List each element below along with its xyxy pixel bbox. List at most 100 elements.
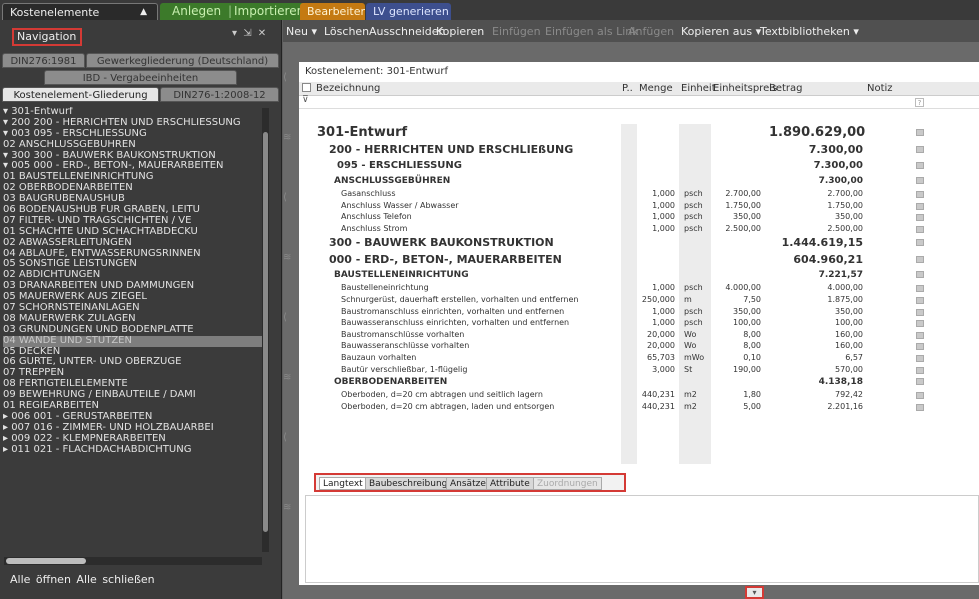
note-icon[interactable] — [916, 354, 924, 362]
note-icon[interactable] — [916, 378, 924, 386]
note-icon[interactable] — [916, 285, 924, 293]
note-icon[interactable] — [916, 202, 924, 210]
table-row[interactable]: 000 - ERD-, BETON-, MAUERARBEITEN 604.960… — [299, 251, 979, 268]
tree-item[interactable]: ▾ 003 095 - ERSCHLIESSUNG — [3, 129, 265, 140]
langtext-editor[interactable] — [305, 495, 979, 583]
tree-item[interactable]: 03 DRÄNARBEITEN UND DÄMMUNGEN — [3, 281, 265, 292]
col-menge[interactable]: Menge — [639, 83, 673, 94]
tree-item[interactable]: 07 SCHORNSTEINANLAGEN — [3, 303, 265, 314]
tab-zuordnungen[interactable]: Zuordnungen — [533, 477, 602, 490]
table-row[interactable]: ANSCHLUSSGEBÜHREN 7.300,00 — [299, 174, 979, 188]
tree-item[interactable]: 09 BEWEHRUNG / EINBAUTEILE / DÄMI — [3, 390, 265, 401]
tree-item[interactable]: 02 ABDICHTUNGEN — [3, 270, 265, 281]
importieren-button[interactable]: Importieren — [234, 3, 304, 20]
table-row[interactable]: 300 - BAUWERK BAUKONSTRUKTION 1.444.619,1… — [299, 234, 979, 251]
note-icon[interactable] — [916, 403, 924, 411]
note-icon[interactable] — [916, 392, 924, 400]
tab-gewerkegliederung[interactable]: Gewerkegliederung (Deutschland) — [86, 53, 279, 68]
kostenelemente-tab[interactable]: Kostenelemente ▲ — [2, 3, 158, 20]
panel-controls-icon[interactable]: ▾ ⇲ ✕ — [232, 28, 266, 39]
tree-item[interactable]: 08 MAUERWERK ZULAGEN — [3, 314, 265, 325]
note-icon[interactable] — [916, 162, 924, 169]
tree-item[interactable]: ▸ 007 016 - ZIMMER- UND HOLZBAUARBEI — [3, 423, 265, 434]
tree-item[interactable]: 06 GURTE, UNTER- UND OBERZÜGE — [3, 357, 265, 368]
note-icon[interactable] — [916, 331, 924, 339]
tree-item[interactable]: ▾ 301-Entwurf — [3, 107, 265, 118]
tree-item[interactable]: 05 DECKEN — [3, 347, 265, 358]
table-row[interactable]: Baustromanschlüsse vorhalten 20,000 Wo 8,00… — [299, 329, 979, 341]
note-icon[interactable] — [916, 146, 924, 153]
toolbar-item[interactable]: Einfügen als Link — [545, 25, 639, 38]
tree-item-selected[interactable]: 04 WÄNDE UND STÜTZEN — [3, 335, 265, 347]
tab-kostenelement-gliederung[interactable]: Kostenelement-Gliederung — [2, 87, 159, 102]
tree-item[interactable]: ▸ 009 022 - KLEMPNERARBEITEN — [3, 434, 265, 445]
filter-row[interactable]: ⊽ ? — [299, 95, 979, 109]
anlegen-button[interactable]: Anlegen — [172, 3, 221, 20]
note-icon[interactable] — [916, 129, 924, 136]
table-row[interactable]: Gasanschluss 1,000 psch 2.700,00 2.700,00 — [299, 188, 979, 200]
toolbar-item[interactable]: Einfügen — [492, 25, 541, 38]
select-all-icon[interactable] — [302, 83, 311, 92]
tree-item[interactable]: 08 FERTIGTEILELEMENTE — [3, 379, 265, 390]
kostenelement-tree[interactable]: ▾ 301-Entwurf ▾ 200 200 - HERRICHTEN UND… — [3, 107, 265, 553]
tab-din276-1981[interactable]: DIN276:1981 — [2, 53, 85, 68]
toolbar-item[interactable]: Textbibliotheken ▾ — [760, 25, 859, 38]
table-row[interactable]: Bautür verschließbar, 1-flügelig 3,000 St 1… — [299, 364, 979, 376]
notiz-filter-icon[interactable]: ? — [915, 98, 924, 107]
tree-item[interactable]: 04 ABLÄUFE, ENTWÄSSERUNGSRINNEN — [3, 249, 265, 260]
table-row[interactable]: Bauwasseranschluss einrichten, vorhalten… — [299, 317, 979, 329]
tree-item[interactable]: 05 SONSTIGE LEISTUNGEN — [3, 259, 265, 270]
note-icon[interactable] — [916, 225, 924, 233]
table-row[interactable]: Schnurgerüst, dauerhaft erstellen, vorha… — [299, 294, 979, 306]
tree-item[interactable]: 06 BODENAUSHUB FÜR GRÄBEN, LEITU — [3, 205, 265, 216]
col-einheit[interactable]: Einheit — [681, 83, 716, 94]
toolbar-item[interactable]: Kopieren aus ▾ — [681, 25, 761, 38]
col-p[interactable]: P.. — [622, 83, 633, 94]
tab-din276-2008[interactable]: DIN276-1:2008-12 — [160, 87, 279, 102]
tree-item[interactable]: 02 OBERBODENARBEITEN — [3, 183, 265, 194]
tree-horizontal-scrollbar[interactable] — [4, 557, 262, 565]
table-row[interactable]: Bauzaun vorhalten 65,703 mWo 0,10 6,57 — [299, 352, 979, 364]
table-row[interactable]: Anschluss Telefon 1,000 psch 350,00 350,00 — [299, 211, 979, 223]
table-row[interactable]: 200 - HERRICHTEN UND ERSCHLIEßUNG 7.300,0… — [299, 141, 979, 158]
tree-item[interactable]: ▾ 005 000 - ERD-, BETON-, MAUERARBEITEN — [3, 161, 265, 172]
note-icon[interactable] — [916, 308, 924, 316]
tree-item[interactable]: 02 ANSCHLUSSGEBÜHREN — [3, 140, 265, 151]
scroll-thumb[interactable] — [6, 558, 86, 564]
table-row[interactable]: Oberboden, d=20 cm abtragen, laden und e… — [299, 401, 979, 413]
note-icon[interactable] — [916, 177, 924, 184]
note-icon[interactable] — [916, 296, 924, 304]
table-row[interactable]: Anschluss Strom 1,000 psch 2.500,00 2.500,00 — [299, 223, 979, 235]
scroll-thumb[interactable] — [263, 132, 268, 532]
tree-item[interactable]: 01 BAUSTELLENEINRICHTUNG — [3, 172, 265, 183]
tab-langtext[interactable]: Langtext — [319, 477, 367, 490]
lv-generieren-tab[interactable]: LV generieren — [366, 3, 451, 20]
tree-item[interactable]: 03 GRÜNDUNGEN UND BODENPLATTE — [3, 325, 265, 336]
note-icon[interactable] — [916, 366, 924, 374]
note-icon[interactable] — [916, 271, 924, 279]
toolbar-item[interactable]: Kopieren — [436, 25, 484, 38]
tab-baubeschreibung[interactable]: Baubeschreibung — [365, 477, 452, 490]
table-row[interactable]: Baustelleneinrichtung 1,000 psch 4.000,00 4.… — [299, 282, 979, 294]
toolbar-item[interactable]: Löschen — [324, 25, 369, 38]
tree-vertical-scrollbar[interactable] — [262, 108, 269, 552]
note-icon[interactable] — [916, 214, 924, 222]
toolbar-item[interactable]: Neu ▾ — [286, 25, 317, 38]
table-row[interactable]: Baustromanschluss einrichten, vorhalten … — [299, 306, 979, 318]
chevron-down-icon[interactable]: ▾ — [745, 586, 764, 599]
tree-item[interactable]: 02 ABWASSERLEITUNGEN — [3, 238, 265, 249]
tree-item[interactable]: ▾ 200 200 - HERRICHTEN UND ERSCHLIESSUNG — [3, 118, 265, 129]
tree-item[interactable]: 01 REGIEARBEITEN — [3, 401, 265, 412]
note-icon[interactable] — [916, 256, 924, 264]
table-row[interactable]: OBERBODENARBEITEN 4.138,18 — [299, 375, 979, 389]
col-betrag[interactable]: Betrag — [769, 83, 803, 94]
table-row[interactable]: 095 - ERSCHLIESSUNG 7.300,00 — [299, 158, 979, 174]
table-row[interactable]: BAUSTELLENEINRICHTUNG 7.221,57 — [299, 268, 979, 282]
tree-item[interactable]: ▾ 300 300 - BAUWERK BAUKONSTRUKTION — [3, 151, 265, 162]
note-icon[interactable] — [916, 191, 924, 198]
tree-item[interactable]: 03 BAUGRUBENAUSHUB — [3, 194, 265, 205]
tab-ansaetze[interactable]: Ansätze — [446, 477, 490, 490]
table-row[interactable]: 301-Entwurf 1.890.629,00 — [299, 124, 979, 141]
col-bezeichnung[interactable]: Bezeichnung — [316, 83, 380, 94]
tree-item[interactable]: 01 SCHÄCHTE UND SCHACHTABDECKU — [3, 227, 265, 238]
